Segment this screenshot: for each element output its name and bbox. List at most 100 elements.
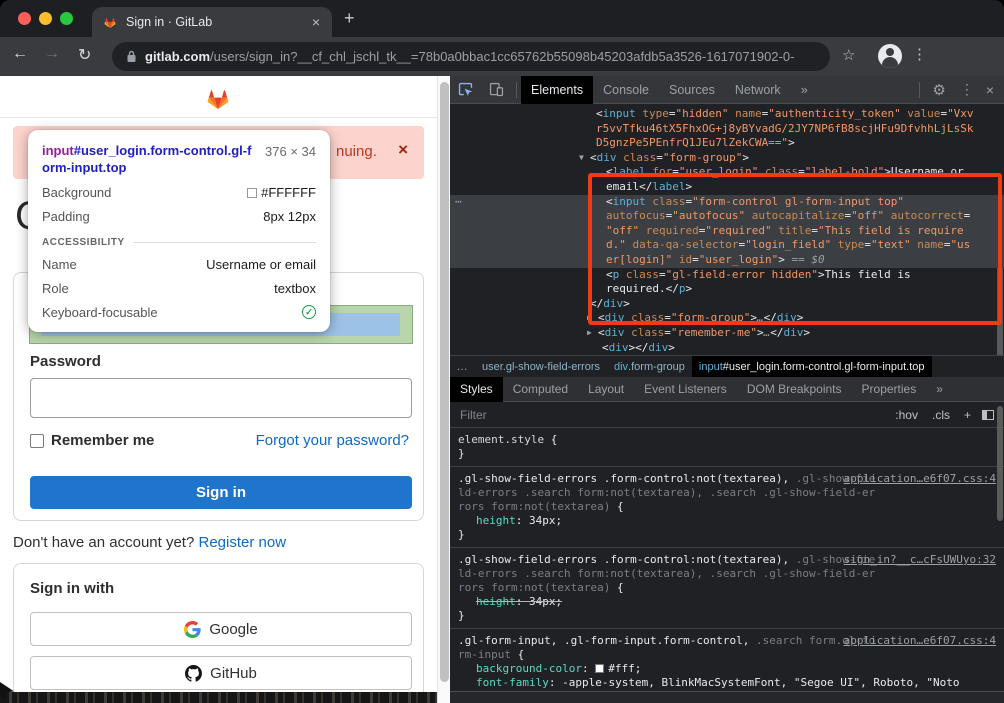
url-host: gitlab.com [145, 49, 210, 64]
breadcrumb-item[interactable]: input#user_login.form-control.gl-form-in… [692, 356, 932, 378]
dom-code-line[interactable]: <div></div> [450, 341, 1004, 356]
tab-dom-breakpoints[interactable]: DOM Breakpoints [737, 377, 852, 402]
element-style-selector[interactable]: element.style [458, 433, 544, 446]
dom-code-line[interactable]: ▶<div class="remember-me">…</div> [450, 326, 1004, 341]
google-signin-button[interactable]: Google [30, 612, 412, 646]
devtools-close-icon[interactable]: × [986, 82, 994, 98]
url-bar[interactable]: gitlab.com/users/sign_in?__cf_chl_jschl_… [112, 42, 830, 71]
google-icon [184, 621, 201, 638]
devtools-settings-icon[interactable]: ⚙ [932, 81, 945, 99]
expand-arrow-right-icon[interactable]: ▶ [587, 326, 598, 341]
css-property[interactable]: font-family: -apple-system, BlinkMacSyst… [458, 676, 986, 691]
tooltip-name-value: Username or email [206, 257, 316, 272]
page-scrollbar-thumb[interactable] [440, 82, 449, 682]
css-property[interactable]: height: 34px; [458, 595, 986, 609]
tab-styles[interactable]: Styles [450, 377, 503, 402]
devtools-tab-sources[interactable]: Sources [659, 76, 725, 104]
gitlab-favicon-icon [102, 14, 118, 30]
breadcrumb-item[interactable]: … [450, 356, 475, 378]
forward-icon[interactable]: → [44, 45, 60, 63]
rule-selector[interactable]: .gl-form-input, .gl-form-input.form-cont… [458, 634, 878, 662]
toolbar-divider [516, 82, 517, 98]
forgot-password-link[interactable]: Forgot your password? [256, 432, 409, 449]
remember-me-checkbox[interactable] [30, 434, 44, 448]
css-property[interactable]: background-color: #fff; [458, 662, 986, 676]
rule-selector[interactable]: .gl-show-field-errors .form-control:not(… [458, 553, 878, 595]
sso-heading: Sign in with [30, 580, 114, 597]
alert-close-icon[interactable]: × [398, 140, 408, 160]
sign-in-button[interactable]: Sign in [30, 476, 412, 509]
avatar-body [882, 57, 898, 68]
pane-layout-icon[interactable] [982, 410, 994, 420]
traffic-light-minimize[interactable] [39, 12, 52, 25]
hover-state-button[interactable]: :hov [895, 408, 918, 422]
tooltip-selector: input#user_login.form-control.gl-form-in… [42, 142, 252, 176]
tab-close-icon[interactable]: × [310, 14, 322, 30]
style-rule[interactable]: application…e6f07.css:4.gl-form-input, .… [450, 629, 1004, 691]
devtools-tab-elements[interactable]: Elements [521, 76, 593, 104]
devtools-tab-console[interactable]: Console [593, 76, 659, 104]
tooltip-name-label: Name [42, 257, 77, 272]
tab-layout[interactable]: Layout [578, 377, 634, 402]
stylesheet-source-link[interactable]: application…e6f07.css:4 [844, 472, 996, 486]
element-breadcrumbs: …user.gl-show-field-errorsdiv.form-group… [450, 355, 1004, 377]
reload-icon[interactable]: ↻ [78, 45, 91, 65]
profile-avatar[interactable] [878, 44, 902, 68]
traffic-light-close[interactable] [18, 12, 31, 25]
devtools-menu-icon[interactable]: ⋮ [960, 81, 974, 98]
tab-strip: Sign in · GitLab × + [0, 0, 1004, 37]
gutter-more-icon[interactable]: ⋯ [455, 195, 462, 210]
color-swatch[interactable] [595, 664, 604, 673]
style-rule[interactable]: application…e6f07.css:4.gl-show-field-er… [450, 467, 1004, 548]
traffic-light-zoom[interactable] [60, 12, 73, 25]
devtools-tabs-overflow-icon[interactable]: » [791, 76, 818, 104]
class-toggle-button[interactable]: .cls [932, 408, 950, 422]
device-toolbar-icon[interactable] [488, 81, 505, 98]
new-style-rule-button[interactable]: + [964, 408, 971, 422]
css-property[interactable]: height: 34px; [458, 514, 986, 528]
tooltip-role-label: Role [42, 281, 69, 296]
stylesheet-source-link[interactable]: application…e6f07.css:4 [844, 634, 996, 648]
google-button-label: Google [209, 621, 257, 638]
tooltip-role-value: textbox [274, 281, 316, 296]
password-field[interactable] [30, 378, 412, 418]
github-button-label: GitHub [210, 665, 257, 682]
register-now-link[interactable]: Register now [199, 534, 287, 551]
element-style-block[interactable]: element.style { } [450, 428, 1004, 467]
remember-me-label: Remember me [51, 432, 154, 449]
register-row: Don't have an account yet? Register now [13, 534, 286, 551]
tooltip-background-value: #FFFFFF [247, 185, 316, 200]
github-signin-button[interactable]: GitHub [30, 656, 412, 690]
tab-properties[interactable]: Properties [852, 377, 927, 402]
devtools-footer-strip [450, 691, 1004, 703]
stylesheet-source-link[interactable]: sign_in?__c…cFsUWUyo:32 [844, 553, 996, 567]
new-tab-button[interactable]: + [344, 9, 355, 27]
inspect-tooltip: input#user_login.form-control.gl-form-in… [28, 130, 330, 332]
page-scrollbar[interactable] [437, 76, 450, 703]
dom-code-line[interactable]: ▼<div class="form-group"> [450, 151, 1004, 166]
browser-menu-icon[interactable]: ⋮ [912, 45, 927, 63]
style-tabs-overflow-icon[interactable]: » [926, 377, 953, 402]
dom-code-line[interactable]: r5vvTfku46tX5FhxOG+j8yBYvadG/2JY7NP6fB8s… [450, 122, 1004, 137]
tab-event-listeners[interactable]: Event Listeners [634, 377, 737, 402]
password-label: Password [30, 353, 101, 370]
devtools-tab-network[interactable]: Network [725, 76, 791, 104]
breadcrumb-item[interactable]: user.gl-show-field-errors [475, 356, 607, 378]
inspect-element-icon[interactable] [457, 81, 474, 98]
browser-tab[interactable]: Sign in · GitLab × [92, 7, 332, 37]
styles-filter-input[interactable]: Filter [460, 408, 888, 422]
rule-selector[interactable]: .gl-show-field-errors .form-control:not(… [458, 472, 878, 514]
bookmark-star-icon[interactable]: ☆ [842, 46, 855, 64]
tab-computed[interactable]: Computed [503, 377, 578, 402]
tooltip-focusable-label: Keyboard-focusable [42, 305, 158, 320]
dom-code-line[interactable]: D5gnzPe5PEnfrQ1JEu7lZekCWA=="> [450, 136, 1004, 151]
style-rule[interactable]: sign_in?__c…cFsUWUyo:32.gl-show-field-er… [450, 548, 1004, 629]
tooltip-dimensions: 376 × 34 [265, 142, 316, 176]
tooltip-padding-value: 8px 12px [263, 209, 316, 224]
styles-scrollbar-thumb[interactable] [997, 406, 1003, 521]
back-icon[interactable]: ← [12, 45, 28, 63]
dom-code-line[interactable]: <input type="hidden" name="authenticity_… [450, 107, 1004, 122]
expand-arrow-down-icon[interactable]: ▼ [579, 151, 590, 166]
breadcrumb-item[interactable]: div.form-group [607, 356, 692, 378]
gitlab-signin-page: nuing. × G Password Remember me Forgot y… [0, 76, 437, 703]
